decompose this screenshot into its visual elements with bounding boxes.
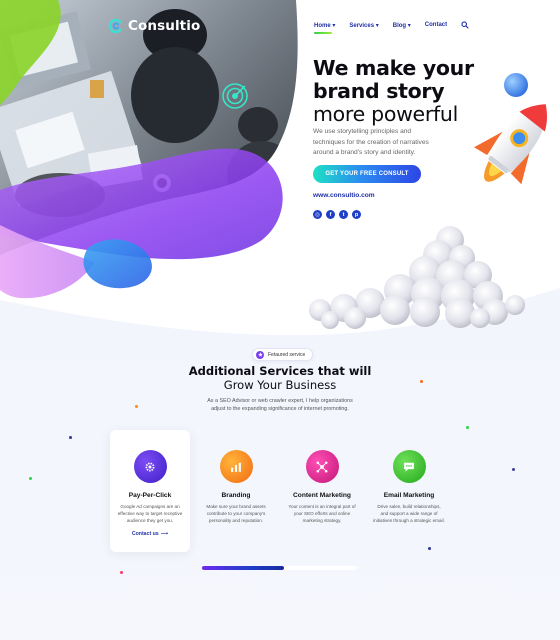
services-description: As a SEO Advisor or web crawler expert, … [207, 398, 353, 413]
contact-us-link[interactable]: Contact us ⟶ [132, 531, 168, 537]
logo-mark-icon [108, 18, 122, 34]
service-card-text: Make sure your brand assets contribute t… [206, 504, 266, 524]
confetti-dot [69, 436, 72, 439]
gear-icon [133, 450, 167, 483]
confetti-dot [135, 405, 138, 408]
brand-name: Consultio [128, 18, 201, 34]
chevron-down-icon: ▾ [407, 23, 411, 29]
slider-progress-fill [202, 566, 285, 570]
service-card-title: Email Marketing [383, 492, 435, 499]
chevron-down-icon: ▾ [332, 23, 336, 29]
featured-service-badge: Fetaured service [252, 348, 314, 361]
service-cards: Pay-Per-Click Google Ad campaigns are an… [110, 430, 470, 552]
main-nav: Home ▾ Services ▾ Blog ▾ Contact [314, 21, 469, 34]
service-card-text: Your content is an integral part of your… [288, 504, 356, 524]
chevron-down-icon: ▾ [375, 23, 379, 29]
search-icon[interactable] [461, 21, 469, 29]
nav-item-contact[interactable]: Contact [425, 22, 447, 28]
active-underline [314, 32, 332, 34]
services-title: Additional Services that will [188, 364, 372, 378]
rocket-illustration [309, 73, 547, 329]
slider-progress[interactable] [202, 566, 357, 570]
confetti-dot [512, 468, 515, 471]
confetti-dot [120, 571, 123, 574]
nav-item-label: Contact [424, 22, 448, 28]
service-card-title: Pay-Per-Click [128, 492, 172, 499]
service-card-pay-per-click[interactable]: Pay-Per-Click Google Ad campaigns are an… [110, 430, 190, 552]
chart-icon [219, 450, 253, 483]
nav-item-label: Services [349, 23, 375, 29]
page: Consultio Home ▾ Services ▾ Blog ▾ Conta… [0, 0, 560, 640]
service-card-title: Branding [221, 492, 251, 499]
planet-icon [504, 73, 528, 97]
featured-badge-label: Fetaured service [268, 351, 306, 358]
star-icon [256, 350, 264, 359]
service-card-email-marketing[interactable]: Email Marketing Drive sales, build relat… [369, 430, 449, 552]
nav-item-services[interactable]: Services ▾ [349, 22, 378, 29]
arrow-right-icon: ⟶ [160, 530, 169, 537]
service-card-branding[interactable]: Branding Make sure your brand assets con… [196, 430, 276, 552]
confetti-dot [29, 477, 32, 480]
service-card-text: Drive sales, build relationships, and su… [373, 504, 445, 524]
logo[interactable]: Consultio [108, 18, 200, 34]
service-card-title: Content Marketing [293, 492, 351, 499]
nav-item-label: Home [314, 23, 331, 29]
network-icon [305, 450, 339, 483]
services-subtitle: Grow Your Business [223, 378, 337, 392]
nav-item-home[interactable]: Home ▾ [314, 22, 335, 34]
nav-item-label: Blog [392, 23, 407, 29]
service-card-content-marketing[interactable]: Content Marketing Your content is an int… [282, 430, 362, 552]
confetti-dot [466, 426, 469, 429]
service-card-text: Google Ad campaigns are an effective way… [117, 504, 183, 524]
chat-icon [392, 450, 426, 483]
nav-item-blog[interactable]: Blog ▾ [393, 22, 411, 29]
hero-photo [0, 0, 298, 299]
contact-us-label: Contact us [131, 530, 159, 537]
